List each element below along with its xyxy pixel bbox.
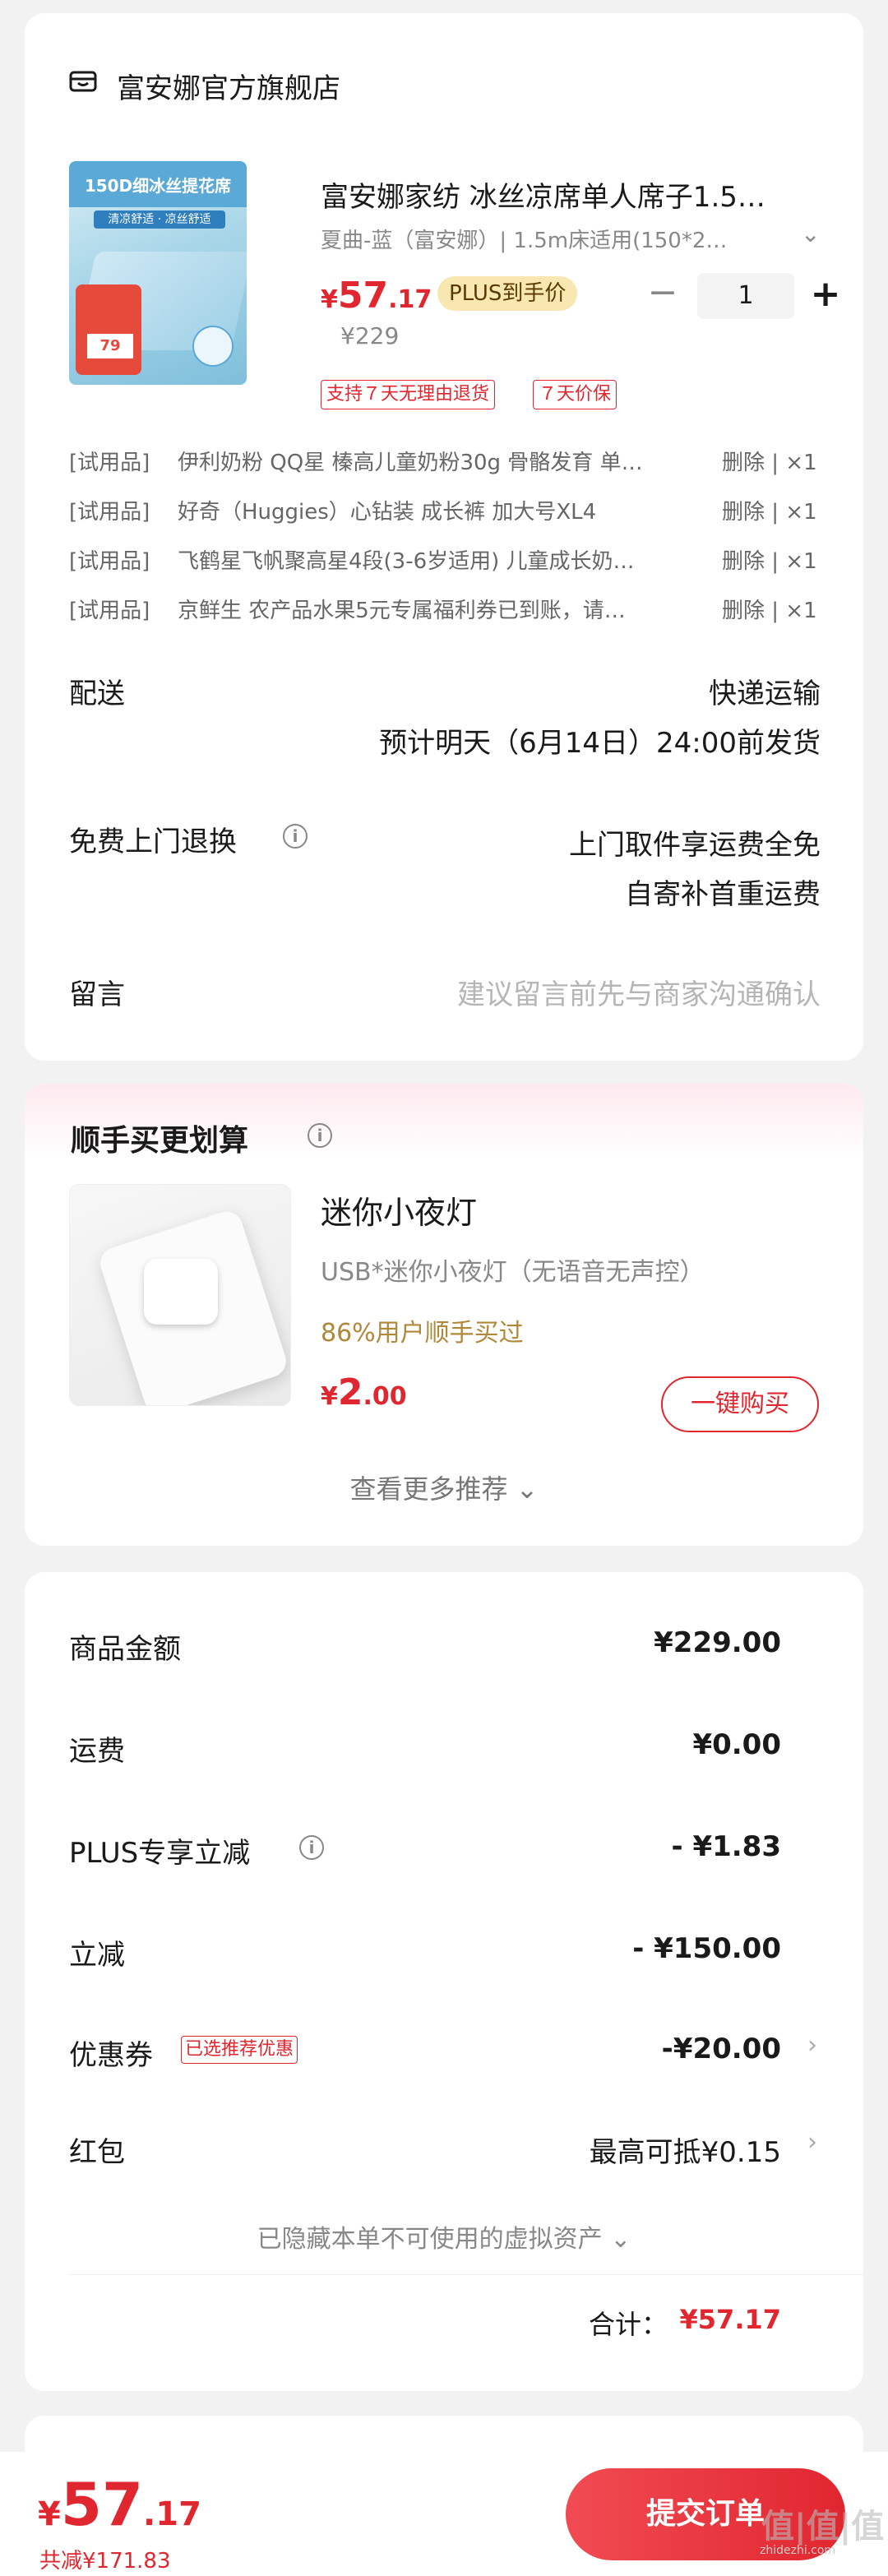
returns-label: 免费上门退换 — [69, 826, 237, 858]
hidden-assets-toggle[interactable]: 已隐藏本单不可使用的虚拟资产 ⌄ — [25, 2218, 863, 2255]
tag-7day-return: 支持７天无理由退货 — [321, 380, 496, 409]
red-packet-value[interactable]: 最高可抵¥0.15 — [590, 2130, 781, 2170]
delivery-label: 配送 — [69, 678, 125, 710]
store-icon — [69, 71, 97, 92]
qty-decrease-button[interactable]: − — [646, 275, 679, 312]
trial-item-name: 伊利奶粉 QQ星 榛高儿童奶粉30g 骨骼发育 单… — [178, 451, 643, 475]
summary-label: 红包 — [69, 2136, 125, 2169]
product-name[interactable]: 富安娜家纺 冰丝凉席单人席子1.5… — [321, 174, 847, 215]
summary-label: PLUS专享立减 — [69, 1837, 251, 1870]
tag-price-protect: ７天价保 — [533, 380, 617, 409]
qty-increase-button[interactable]: + — [807, 275, 844, 316]
info-icon[interactable]: i — [299, 1835, 324, 1860]
plus-price-badge: PLUS到手价 — [437, 276, 578, 311]
price-int: 2 — [337, 1371, 363, 1413]
product-image-sub: 清凉舒适 · 凉丝舒适 — [94, 210, 225, 229]
trial-label: [试用品] — [69, 451, 150, 475]
price-symbol: ¥ — [38, 2495, 61, 2533]
recommend-price: ¥2.00 — [321, 1371, 407, 1413]
product-price: ¥57.17 — [321, 275, 432, 317]
bottom-bar: ¥57.17 共减¥171.83 提交订单 值|值|值 zhidezhi.com — [0, 2452, 888, 2576]
message-label: 留言 — [69, 978, 125, 1011]
lamp-cap — [144, 1259, 218, 1325]
recommend-card: 顺手买更划算 i 迷你小夜灯 USB*迷你小夜灯（无语音无声控） 86%用户顺手… — [25, 1084, 863, 1546]
more-recommend-link[interactable]: 查看更多推荐 ⌄ — [25, 1468, 863, 1506]
summary-value: ¥229.00 — [654, 1626, 781, 1659]
summary-label: 运费 — [69, 1735, 125, 1768]
chevron-right-icon[interactable]: › — [807, 2128, 817, 2157]
original-price: ¥229 — [340, 322, 400, 349]
price-symbol: ¥ — [321, 285, 338, 314]
product-image-banner: 150D细冰丝提花席 — [69, 161, 247, 207]
price-dec: .17 — [143, 2495, 201, 2533]
trial-label: [试用品] — [69, 599, 150, 623]
recommend-title: 顺手买更划算 — [71, 1124, 249, 1158]
summary-label: 立减 — [69, 1939, 125, 1972]
lamp-image[interactable] — [69, 1184, 291, 1406]
divider — [69, 2274, 863, 2275]
returns-line1: 上门取件享运费全免 — [569, 829, 821, 862]
summary-value: ¥0.00 — [692, 1728, 781, 1761]
saved-amount: 共减¥171.83 — [39, 2549, 171, 2574]
price-symbol: ¥ — [321, 1382, 338, 1411]
product-image-seal — [192, 326, 234, 367]
trial-label: [试用品] — [69, 549, 150, 574]
coupon-tag: 已选推荐优惠 — [181, 2036, 298, 2064]
summary-label: 商品金额 — [69, 1633, 181, 1666]
recommend-item-desc: USB*迷你小夜灯（无语音无声控） — [321, 1258, 705, 1287]
total-value: ¥57.17 — [679, 2304, 781, 2335]
qty-input[interactable]: 1 — [697, 273, 794, 319]
price-int: 57 — [337, 275, 389, 317]
product-image-price: 79 — [87, 334, 133, 358]
trial-item-name: 飞鹤星飞帆聚高星4段(3-6岁适用) 儿童成长奶… — [178, 549, 635, 574]
product-spec[interactable]: 夏曲-蓝（富安娜）| 1.5m床适用(150*2… — [321, 224, 798, 254]
bottom-price: ¥57.17 — [38, 2470, 201, 2539]
total-label: 合计： — [589, 2309, 668, 2340]
recommend-item-social: 86%用户顺手买过 — [321, 1319, 524, 1348]
chevron-right-icon[interactable]: › — [807, 2031, 817, 2060]
delivery-method[interactable]: 快递运输 — [709, 671, 821, 711]
price-int: 57 — [60, 2470, 144, 2539]
coupon-value[interactable]: -¥20.00 — [662, 2033, 781, 2065]
summary-card: 商品金额 ¥229.00 运费 ¥0.00 PLUS专享立减 i - ¥1.83… — [25, 1572, 863, 2391]
price-dec: .17 — [388, 285, 432, 314]
trial-label: [试用品] — [69, 500, 150, 525]
trial-item-name: 好奇（Huggies）心钻装 成长裤 加大号XL4 — [178, 500, 597, 525]
trial-delete-button[interactable]: 删除 | ×1 — [722, 446, 817, 476]
info-icon[interactable]: i — [283, 824, 308, 849]
order-card: 富安娜官方旗舰店 150D细冰丝提花席 清凉舒适 · 凉丝舒适 79 富安娜家纺… — [25, 13, 863, 1061]
price-dec: .00 — [363, 1382, 407, 1411]
info-icon[interactable]: i — [308, 1123, 332, 1148]
recommend-item-name[interactable]: 迷你小夜灯 — [321, 1187, 477, 1233]
trial-item-name: 京鲜生 农产品水果5元专属福利券已到账，请… — [178, 599, 626, 623]
message-input[interactable]: 建议留言前先与商家沟通确认 — [457, 972, 821, 1012]
trial-delete-button[interactable]: 删除 | ×1 — [722, 495, 817, 525]
returns-line2: 自寄补首重运费 — [625, 878, 821, 911]
watermark: 值|值|值 — [761, 2508, 885, 2546]
trial-delete-button[interactable]: 删除 | ×1 — [722, 594, 817, 624]
summary-value: - ¥1.83 — [671, 1830, 782, 1863]
watermark-sub: zhidezhi.com — [760, 2544, 836, 2557]
delivery-eta: 预计明天（6月14日）24:00前发货 — [379, 727, 821, 760]
store-name[interactable]: 富安娜官方旗舰店 — [117, 66, 340, 106]
product-image[interactable]: 150D细冰丝提花席 清凉舒适 · 凉丝舒适 79 — [69, 161, 247, 385]
summary-value: - ¥150.00 — [632, 1932, 781, 1965]
trial-delete-button[interactable]: 删除 | ×1 — [722, 544, 817, 575]
summary-label: 优惠券 — [69, 2039, 153, 2072]
one-click-buy-button[interactable]: 一键购买 — [661, 1376, 819, 1432]
spec-chevron-icon[interactable]: ⌄ — [801, 220, 820, 247]
product-image-promo — [76, 284, 141, 375]
